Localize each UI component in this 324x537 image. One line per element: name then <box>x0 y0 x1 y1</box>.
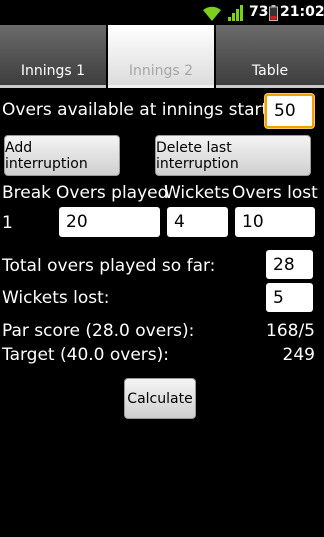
tab-innings-1[interactable]: Innings 1 <box>0 25 106 88</box>
total-overs-label: Total overs played so far: <box>2 256 216 276</box>
tab-innings-2[interactable]: Innings 2 <box>108 25 214 88</box>
target-value: 249 <box>282 345 315 365</box>
delete-last-interruption-button[interactable]: Delete last interruption <box>155 135 311 176</box>
wifi-icon <box>203 6 221 21</box>
par-score-value: 168/5 <box>266 321 315 341</box>
overs-available-input[interactable]: 50 <box>265 94 314 128</box>
overs-played-input[interactable]: 20 <box>59 207 160 237</box>
tab-label: Innings 2 <box>128 63 194 79</box>
interruption-break-number: 1 <box>2 213 13 233</box>
total-overs-input[interactable]: 28 <box>266 250 313 279</box>
par-score-label: Par score (28.0 overs): <box>2 321 195 341</box>
overs-lost-input[interactable]: 10 <box>235 207 315 237</box>
overs-available-label: Overs available at innings start: <box>2 100 274 120</box>
tab-bar: Innings 1 Innings 2 Table <box>0 25 324 88</box>
wickets-input[interactable]: 4 <box>167 207 228 237</box>
clock: 21:02 <box>280 4 324 20</box>
tab-table[interactable]: Table <box>216 25 324 88</box>
column-header-overs-played: Overs played <box>56 183 169 203</box>
target-label: Target (40.0 overs): <box>2 345 170 365</box>
column-header-wickets: Wickets <box>164 183 230 203</box>
column-header-break: Break <box>2 183 51 203</box>
column-header-overs-lost: Overs lost <box>232 183 318 203</box>
add-interruption-button[interactable]: Add interruption <box>4 135 120 176</box>
tab-label: Innings 1 <box>20 63 86 79</box>
battery-icon <box>269 5 278 21</box>
wickets-lost-input[interactable]: 5 <box>266 283 313 312</box>
calculate-button[interactable]: Calculate <box>124 378 196 419</box>
signal-icon <box>228 5 243 21</box>
wickets-lost-label: Wickets lost: <box>2 288 110 308</box>
battery-percent: 73 <box>249 4 269 20</box>
status-bar: 73 21:02 <box>0 0 324 25</box>
tab-label: Table <box>251 63 289 79</box>
